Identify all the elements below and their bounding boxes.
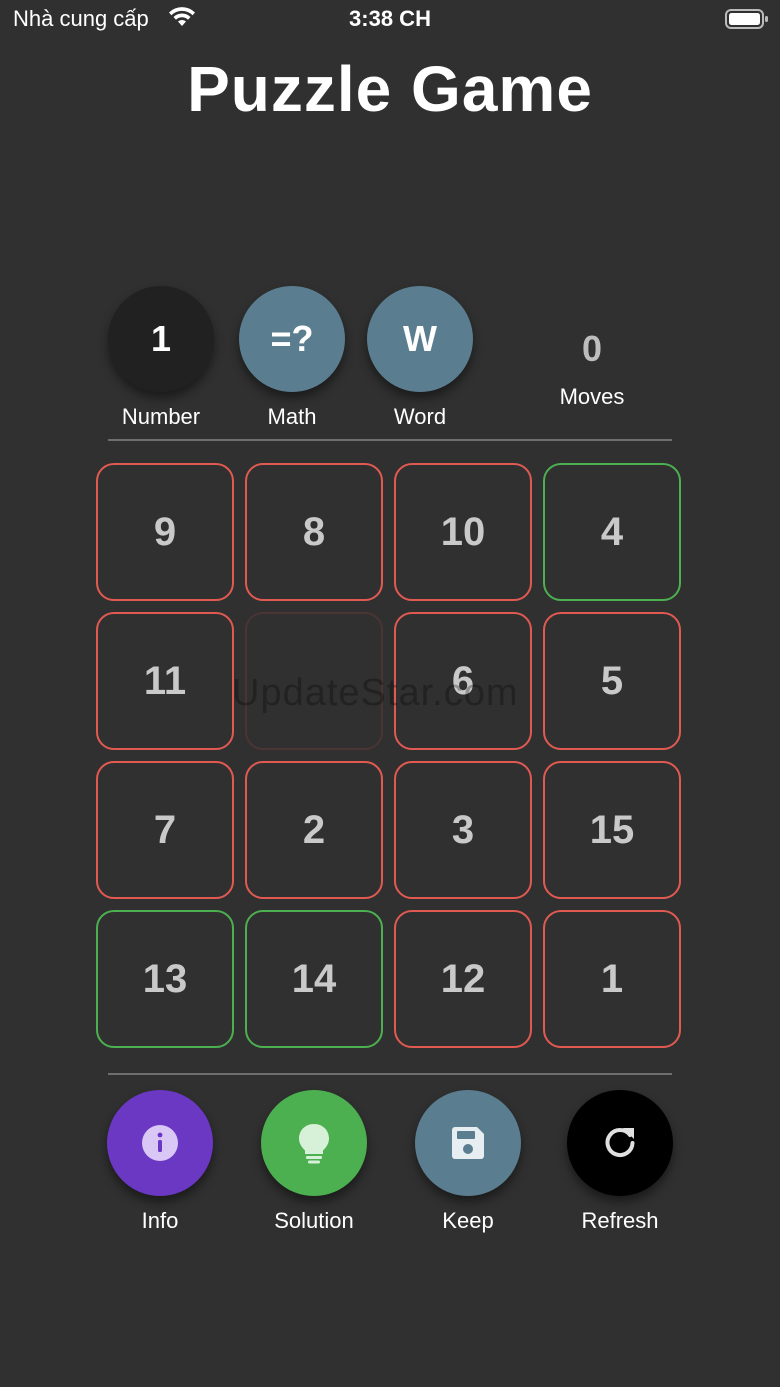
refresh-button[interactable]: Refresh (567, 1090, 673, 1234)
tile[interactable]: 2 (245, 761, 383, 899)
solution-label: Solution (274, 1208, 354, 1233)
mode-word-label: Word (393, 404, 447, 429)
info-label: Info (141, 1208, 179, 1233)
tile[interactable]: 14 (245, 910, 383, 1048)
tile-number: 11 (143, 658, 187, 703)
refresh-icon (605, 1128, 635, 1157)
info-button[interactable]: Info (107, 1090, 213, 1234)
tile[interactable]: 6 (394, 612, 532, 750)
tile-number: 15 (589, 807, 635, 852)
info-icon (142, 1125, 178, 1161)
mode-number-button[interactable]: 1 Number (108, 286, 214, 430)
mode-number-circle[interactable]: 1 (108, 286, 214, 392)
tile-number: 9 (153, 509, 177, 554)
tile[interactable]: 9 (96, 463, 234, 601)
moves-count: 0 (581, 328, 603, 369)
tile-number: 5 (600, 658, 624, 703)
lightbulb-icon (299, 1124, 329, 1164)
clock: 3:38 CH (349, 6, 431, 31)
tile-number: 14 (291, 956, 337, 1001)
tile-number: 2 (302, 807, 326, 852)
tile[interactable]: 7 (96, 761, 234, 899)
tile[interactable]: 13 (96, 910, 234, 1048)
keep-circle[interactable] (415, 1090, 521, 1196)
tile-number: 13 (142, 956, 188, 1001)
mode-math-button[interactable]: =? Math (239, 286, 345, 430)
tile-number: 3 (451, 807, 475, 852)
tile-number: 7 (153, 807, 177, 852)
solution-circle[interactable] (261, 1090, 367, 1196)
tile[interactable]: 4 (543, 463, 681, 601)
mode-math-circle[interactable]: =? (239, 286, 345, 392)
tile[interactable]: 11 (96, 612, 234, 750)
battery-icon (725, 9, 768, 29)
tile[interactable]: 1 (543, 910, 681, 1048)
keep-label: Keep (442, 1208, 494, 1233)
tile-number: 12 (440, 956, 486, 1001)
puzzle-game-screen: Nhà cung cấp 3:38 CH Puzzle Game 1 Numbe… (0, 0, 780, 1387)
tile-number: 1 (600, 956, 624, 1001)
solution-button[interactable]: Solution (261, 1090, 367, 1234)
top-divider (108, 439, 672, 441)
tile[interactable]: 15 (543, 761, 681, 899)
tile-number: 4 (600, 509, 624, 554)
mode-word-symbol: W (403, 318, 437, 359)
moves-label: Moves (559, 384, 625, 409)
tile-number: 10 (440, 509, 486, 554)
puzzle-board: 9 8 10 4 11 6 5 7 2 3 15 13 14 12 1 (96, 463, 685, 1052)
mode-math-symbol: =? (270, 318, 314, 359)
status-bar: Nhà cung cấp 3:38 CH (0, 0, 780, 40)
tile[interactable]: 5 (543, 612, 681, 750)
mode-word-button[interactable]: W Word (367, 286, 473, 430)
tile-number: 8 (302, 509, 326, 554)
info-circle[interactable] (107, 1090, 213, 1196)
tile[interactable]: 3 (394, 761, 532, 899)
tile-number: 6 (451, 658, 475, 703)
mode-math-label: Math (267, 404, 317, 429)
mode-number-symbol: 1 (150, 318, 172, 359)
empty-tile (245, 612, 383, 750)
bottom-divider (108, 1073, 672, 1075)
tile[interactable]: 12 (394, 910, 532, 1048)
save-icon (452, 1127, 484, 1159)
page-title: Puzzle Game (187, 53, 593, 125)
moves-counter: 0 Moves (540, 328, 644, 410)
keep-button[interactable]: Keep (415, 1090, 521, 1234)
tile[interactable]: 10 (394, 463, 532, 601)
tile[interactable]: 8 (245, 463, 383, 601)
mode-word-circle[interactable]: W (367, 286, 473, 392)
mode-number-label: Number (121, 404, 201, 429)
refresh-circle[interactable] (567, 1090, 673, 1196)
refresh-label: Refresh (581, 1208, 659, 1233)
